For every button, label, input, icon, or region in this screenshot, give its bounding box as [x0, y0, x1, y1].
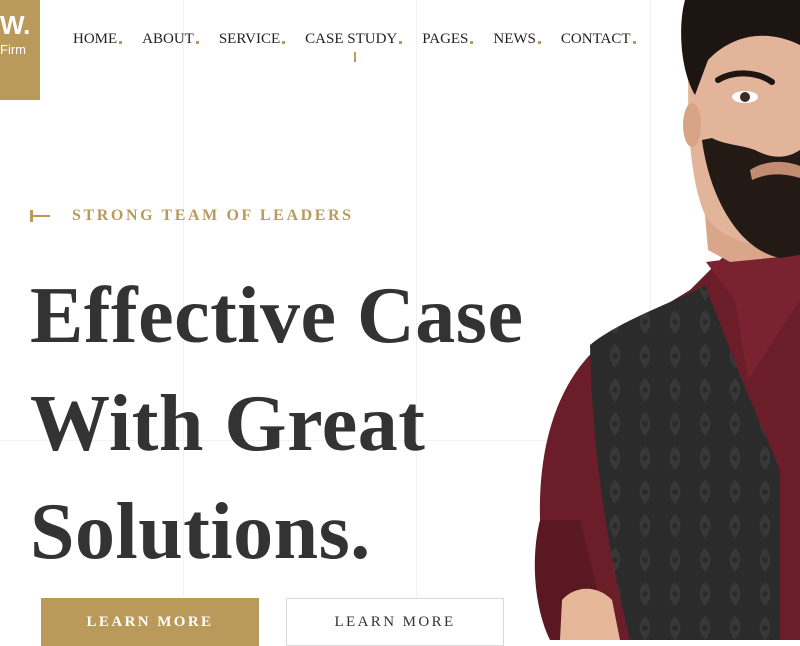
learn-more-primary-button[interactable]: LEARN MORE [41, 598, 259, 646]
nav-item-label: PAGES [422, 31, 469, 47]
nav-dot [399, 41, 403, 44]
line-marker-icon [30, 210, 52, 222]
nav-item-service[interactable]: SERVICE [218, 30, 286, 48]
logo-mark: W. [0, 10, 31, 40]
nav-item-label: ABOUT [142, 31, 194, 47]
learn-more-secondary-button[interactable]: LEARN MORE [286, 598, 504, 646]
hero-eyebrow: STRONG TEAM OF LEADERS [30, 207, 354, 225]
nav-dot [195, 41, 199, 44]
logo[interactable]: W. Firm [0, 0, 40, 100]
nav-item-case-study[interactable]: CASE STUDY [305, 30, 403, 62]
nav-dot [282, 41, 286, 44]
nav-item-label: HOME [73, 31, 118, 47]
nav-item-label: SERVICE [218, 31, 281, 47]
nav-item-about[interactable]: ABOUT [142, 30, 199, 48]
pupil-shape [740, 92, 750, 102]
hero-portrait-image [534, 0, 800, 640]
nav-item-home[interactable]: HOME [73, 30, 123, 48]
nav-dot [470, 41, 474, 44]
logo-subtitle: Firm [0, 42, 26, 57]
nav-dot [119, 41, 123, 44]
eyebrow-text: STRONG TEAM OF LEADERS [72, 207, 354, 224]
nav-item-pages[interactable]: PAGES [422, 30, 474, 48]
nav-item-label: CASE STUDY [305, 31, 398, 47]
ear-shape [683, 103, 701, 147]
